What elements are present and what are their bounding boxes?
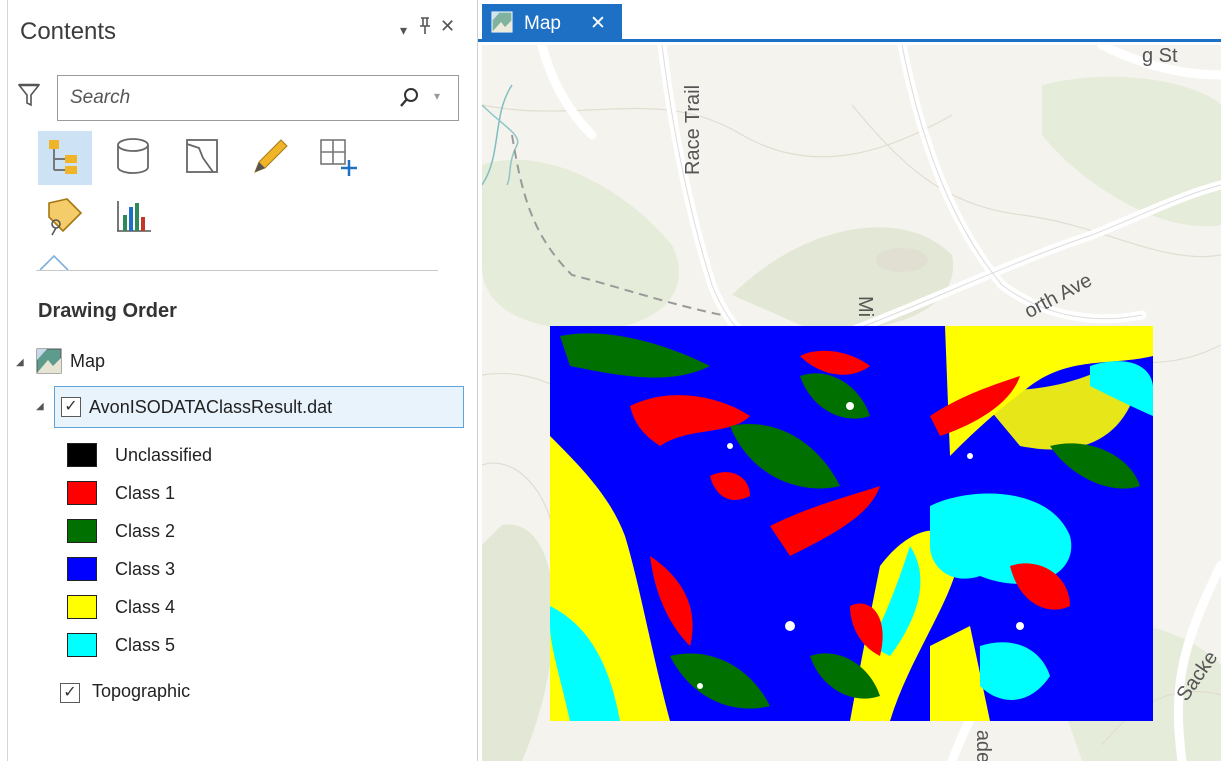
list-by-snapping-button[interactable] <box>310 131 364 185</box>
legend-swatch-class-4 <box>67 595 97 619</box>
label-tag-icon <box>43 193 87 242</box>
search-options-chevron-icon[interactable]: ▾ <box>434 89 440 103</box>
legend-label: Class 3 <box>115 559 176 579</box>
legend-label: Class 2 <box>115 521 176 541</box>
map-node-label[interactable]: Map <box>70 351 105 372</box>
list-by-selection-button[interactable] <box>174 131 228 185</box>
selection-icon <box>179 134 223 183</box>
layer-visibility-checkbox[interactable]: ✓ <box>61 397 81 417</box>
bar-chart-icon <box>111 193 155 242</box>
legend-swatch-class-2 <box>67 519 97 543</box>
legend-label: Class 5 <box>115 635 176 655</box>
list-by-charts-button[interactable] <box>106 190 160 244</box>
pencil-icon <box>247 134 291 183</box>
list-by-data-source-button[interactable] <box>106 131 160 185</box>
map-tab-bar: Map ✕ <box>478 0 1221 42</box>
legend-swatch-unclassified <box>67 443 97 467</box>
legend-swatch-class-5 <box>67 633 97 657</box>
map-icon <box>36 348 62 374</box>
list-by-editing-button[interactable] <box>242 131 296 185</box>
legend-label: Class 1 <box>115 483 176 503</box>
expand-map-triangle-icon[interactable]: ◢ <box>16 357 24 368</box>
expand-layer-triangle-icon[interactable]: ◢ <box>36 401 44 412</box>
contents-pane: Contents ▾ ✕ ▾ <box>0 0 478 761</box>
tab-map[interactable]: Map ✕ <box>482 4 622 42</box>
map-label-bottom-street: ade <box>972 729 995 761</box>
legend-swatch-class-1 <box>67 481 97 505</box>
close-pane-icon[interactable]: ✕ <box>440 16 455 37</box>
pane-options-dropdown-icon[interactable]: ▾ <box>400 22 407 39</box>
topographic-visibility-checkbox[interactable]: ✓ <box>60 683 80 703</box>
snapping-grid-icon <box>315 134 359 183</box>
collapse-toolbar-toggle[interactable] <box>36 248 438 278</box>
divider <box>36 270 438 271</box>
topographic-layer-name[interactable]: Topographic <box>92 681 190 702</box>
search-icon[interactable] <box>398 86 422 110</box>
map-label-race-trail: Race Trail <box>682 84 704 175</box>
list-by-labeling-button[interactable] <box>38 190 92 244</box>
filter-icon[interactable] <box>17 83 41 107</box>
tab-label: Map <box>524 13 561 34</box>
list-by-drawing-order-button[interactable] <box>38 131 92 185</box>
pane-left-border <box>0 0 8 761</box>
legend-swatch-class-3 <box>67 557 97 581</box>
database-icon <box>111 134 155 183</box>
legend-label: Class 4 <box>115 597 176 617</box>
classified-raster-layer[interactable] <box>550 326 1153 721</box>
drawing-order-heading: Drawing Order <box>38 300 177 322</box>
search-box[interactable]: ▾ <box>57 75 459 121</box>
pane-title: Contents <box>20 18 117 45</box>
layer-name: AvonISODATAClassResult.dat <box>89 397 333 417</box>
map-icon <box>491 11 513 33</box>
map-canvas[interactable]: Race Trail orth Ave g St Sacke Mi ade <box>482 45 1221 761</box>
pin-icon[interactable] <box>418 16 432 41</box>
map-label-vertical-street: Mi <box>854 295 877 318</box>
map-label-street: g St <box>1142 45 1178 67</box>
close-tab-icon[interactable]: ✕ <box>590 12 606 35</box>
search-input[interactable] <box>70 86 370 110</box>
drawing-order-icon <box>43 134 87 183</box>
layer-row-avon-isodata[interactable]: ✓ AvonISODATAClassResult.dat <box>54 386 464 428</box>
legend-label: Unclassified <box>115 445 213 465</box>
